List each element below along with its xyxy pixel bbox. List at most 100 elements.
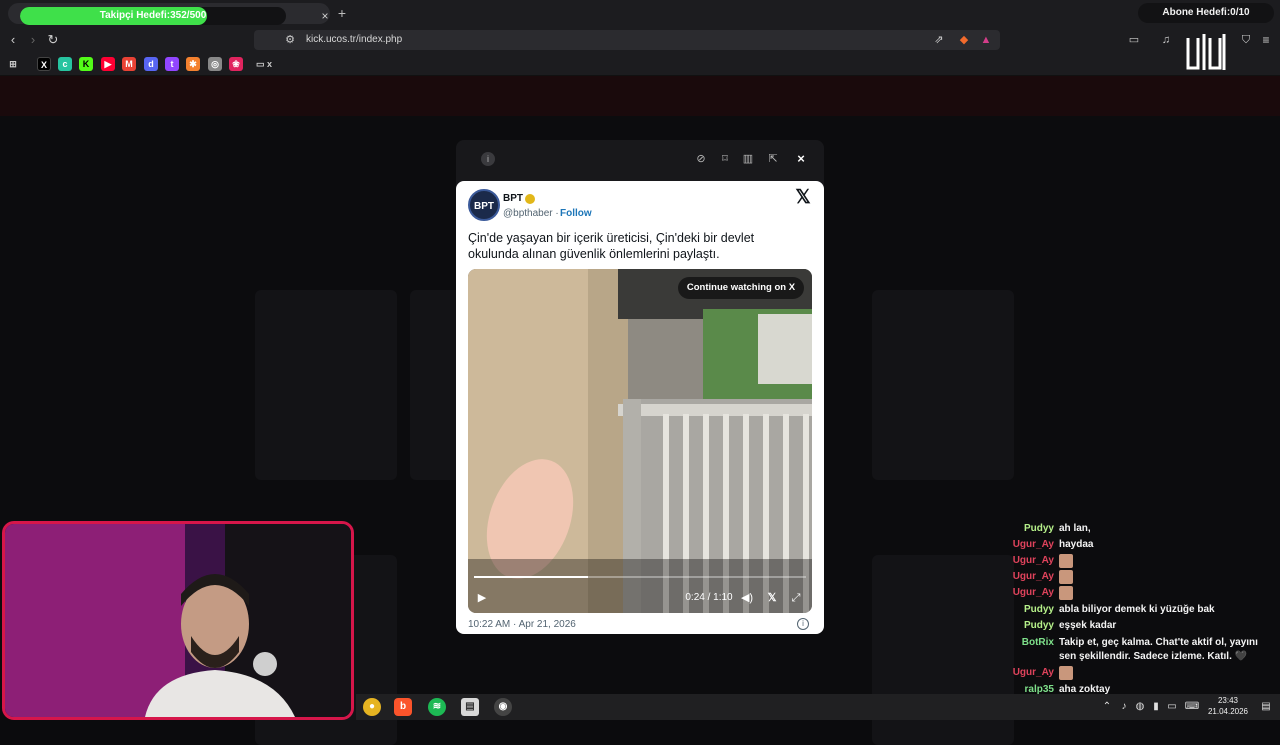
tweet-card: BPT BPT @bpthaber · Follow 𝕏 Çin'de yaşa… <box>456 181 824 634</box>
chat-username[interactable]: BotRix <box>1022 636 1054 650</box>
chat-username[interactable]: Ugur_Ay <box>1013 538 1054 552</box>
file-icon[interactable]: ▤ <box>461 698 479 716</box>
discord-bookmark-icon[interactable]: d <box>144 57 158 71</box>
chat-username[interactable]: Ugur_Ay <box>1013 570 1054 584</box>
emote-icon <box>1059 666 1073 680</box>
chat-text: Takip et, geç kalma. Chat'te aktif ol, y… <box>1059 637 1258 662</box>
continue-watching-button[interactable]: Continue watching on X <box>678 277 804 299</box>
webcam-image <box>5 524 351 717</box>
bookmark-9-icon[interactable]: ◎ <box>208 57 222 71</box>
x-logo-icon[interactable]: 𝕏 <box>792 187 814 209</box>
tweet-info-icon[interactable]: i <box>797 618 809 630</box>
chat-username[interactable]: Ugur_Ay <box>1013 554 1054 568</box>
tab-bar: Takipçi Hedefi:352/500 × + Abone Hedefi:… <box>0 0 1280 28</box>
emote-icon <box>1059 570 1073 584</box>
chat-text <box>1059 554 1275 569</box>
taskbar: ● b ≋ ▤ ◉ ⌃ ♪ ◍ ▮ ▭ ⌨ 23:43 21.04.2026 ▤ <box>356 694 1280 720</box>
chat-text: abla biliyor demek ki yüzüğe bak <box>1059 604 1215 615</box>
folder-bookmark-icon[interactable]: ▭ x <box>252 57 276 71</box>
chrome-icon[interactable]: ● <box>363 698 381 716</box>
back-icon[interactable]: ‹ <box>5 32 21 48</box>
tray-keyboard-icon[interactable]: ⌨ <box>1184 700 1200 714</box>
tray-network-icon[interactable]: ▭ <box>1166 700 1178 714</box>
apps-icon[interactable]: ⊞ <box>6 57 20 71</box>
chat-username[interactable]: Pudyy <box>1024 603 1054 617</box>
chat-username[interactable]: Ugur_Ay <box>1013 666 1054 680</box>
webcam-overlay <box>2 521 354 720</box>
bookmark-2-icon[interactable]: c <box>58 57 72 71</box>
tweet-text: Çin'de yaşayan bir içerik üreticisi, Çin… <box>468 231 755 261</box>
new-tab-button[interactable]: + <box>334 5 350 21</box>
clock-time[interactable]: 23:43 <box>1208 696 1248 705</box>
chat-text <box>1059 570 1275 585</box>
follow-link[interactable]: Follow <box>560 208 592 219</box>
tweet-video[interactable]: Continue watching on X ▶ 0:24 / 1:10 ◀) … <box>468 269 812 613</box>
clock-date[interactable]: 21.04.2026 <box>1202 707 1254 716</box>
video-progress-bar[interactable] <box>474 576 806 578</box>
tray-mic-icon[interactable]: ▮ <box>1150 700 1162 714</box>
modal-close-icon[interactable]: × <box>792 150 810 168</box>
chat-text <box>1059 666 1275 681</box>
tweet-timestamp[interactable]: 10:22 AM · Apr 21, 2026 <box>468 619 576 630</box>
share-icon[interactable]: ⇗ <box>931 32 947 48</box>
x-bookmark-icon[interactable]: X <box>37 57 51 71</box>
block-icon[interactable]: ⊘ <box>692 150 710 168</box>
tweet-avatar[interactable]: BPT <box>468 189 500 221</box>
x-video-icon[interactable]: 𝕏 <box>764 589 780 607</box>
menu-icon[interactable]: ≡ <box>1258 32 1274 48</box>
page-header-dim <box>0 76 1280 116</box>
tweet-author-name[interactable]: BPT <box>503 193 523 204</box>
vpn-icon[interactable]: ⛉ <box>1238 32 1254 48</box>
gmail-bookmark-icon[interactable]: M <box>122 57 136 71</box>
address-bar[interactable]: ⚙ kick.ucos.tr/index.php ⇗ ◆ ▲ <box>254 30 1000 50</box>
chat-text: eşşek kadar <box>1059 620 1117 631</box>
chat-text <box>1059 586 1275 601</box>
fullscreen-icon[interactable]: ⤢ <box>788 589 804 607</box>
kick-bookmark-icon[interactable]: K <box>79 57 93 71</box>
play-icon[interactable]: ▶ <box>474 589 490 607</box>
forward-icon[interactable]: › <box>25 32 41 48</box>
trash-icon[interactable]: ▥ <box>739 150 757 168</box>
notification-icon[interactable]: ▤ <box>1258 700 1274 714</box>
sidebar-icon[interactable]: ▭ <box>1126 32 1142 48</box>
subscriber-goal-badge: Abone Hedefi:0/10 <box>1138 3 1274 23</box>
background-card <box>872 290 1014 480</box>
site-info-icon[interactable]: ⚙ <box>282 32 298 48</box>
bookmark-icon[interactable]: ⌑ <box>716 150 734 168</box>
video-frame <box>468 269 812 613</box>
youtube-bookmark-icon[interactable]: ▶ <box>101 57 115 71</box>
follower-goal-text: Takipçi Hedefi:352/500 <box>99 10 207 21</box>
open-external-icon[interactable]: ⇱ <box>764 150 782 168</box>
url-text[interactable]: kick.ucos.tr/index.php <box>306 30 402 50</box>
volume-icon[interactable]: ◀) <box>739 589 755 607</box>
chat-text: ah lan, <box>1059 523 1091 534</box>
tray-audio-icon[interactable]: ♪ <box>1118 700 1130 714</box>
bookmark-8-icon[interactable]: ✱ <box>186 57 200 71</box>
browser-tab[interactable]: Takipçi Hedefi:352/500 × <box>8 3 332 25</box>
reload-icon[interactable]: ↻ <box>45 32 61 48</box>
follower-goal-bar: Takipçi Hedefi:352/500 <box>20 7 286 25</box>
info-icon[interactable]: i <box>481 152 495 166</box>
spotify-icon[interactable]: ≋ <box>428 698 446 716</box>
twitch-bookmark-icon[interactable]: t <box>165 57 179 71</box>
bookmarks-bar: ⊞ X c K ▶ M d t ✱ ◎ ❀ ▭ x <box>0 52 1280 76</box>
brave-icon[interactable]: b <box>394 698 412 716</box>
chat-username[interactable]: Ugur_Ay <box>1013 586 1054 600</box>
tweet-handle[interactable]: @bpthaber · <box>503 208 559 219</box>
emote-icon <box>1059 586 1073 600</box>
media-icon[interactable]: ♫ <box>1158 32 1174 48</box>
rewards-icon[interactable]: ▲ <box>978 32 994 48</box>
tray-app-icon[interactable]: ◍ <box>1134 700 1146 714</box>
tab-close-icon[interactable]: × <box>318 9 332 23</box>
chat-username[interactable]: Pudyy <box>1024 522 1054 536</box>
video-time: 0:24 / 1:10 <box>685 592 733 603</box>
chat-text: haydaa <box>1059 539 1094 550</box>
bookmark-10-icon[interactable]: ❀ <box>229 57 243 71</box>
tray-chevron-icon[interactable]: ⌃ <box>1101 700 1113 714</box>
brave-shield-icon[interactable]: ◆ <box>956 32 972 48</box>
background-card <box>255 290 397 480</box>
video-progress-fill <box>474 576 588 578</box>
chat-username[interactable]: Pudyy <box>1024 619 1054 633</box>
obs-icon[interactable]: ◉ <box>494 698 512 716</box>
verified-badge-icon <box>525 194 535 204</box>
